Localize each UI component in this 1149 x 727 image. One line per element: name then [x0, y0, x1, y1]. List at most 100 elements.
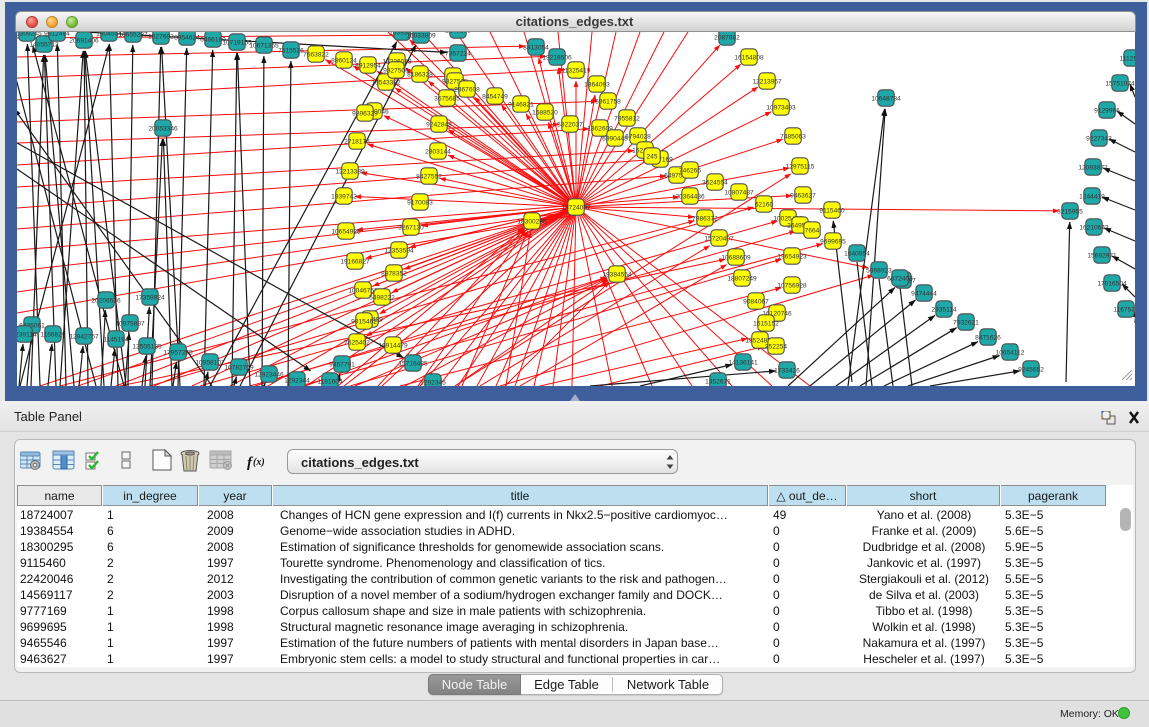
- svg-text:9129966: 9129966: [1094, 107, 1120, 114]
- svg-text:7663822: 7663822: [303, 51, 329, 58]
- svg-text:1181604: 1181604: [317, 378, 343, 385]
- svg-text:6872403: 6872403: [887, 275, 913, 282]
- svg-text:9242848: 9242848: [426, 121, 452, 128]
- svg-text:10654925: 10654925: [331, 228, 361, 235]
- svg-text:252254: 252254: [765, 343, 787, 350]
- svg-text:16543382: 16543382: [371, 79, 401, 86]
- svg-text:3215955: 3215955: [1057, 208, 1083, 215]
- svg-text:2803144: 2803144: [425, 148, 451, 155]
- svg-text:12213967: 12213967: [752, 78, 782, 85]
- svg-text:5498222: 5498222: [369, 294, 395, 301]
- svg-text:2718176: 2718176: [344, 138, 370, 145]
- svg-text:12353594: 12353594: [384, 247, 414, 254]
- svg-text:10975887: 10975887: [115, 320, 145, 327]
- svg-text:245: 245: [646, 153, 657, 160]
- svg-text:12093872: 12093872: [1078, 164, 1108, 171]
- svg-text:7515526: 7515526: [278, 47, 304, 54]
- svg-text:7625402: 7625402: [344, 339, 370, 346]
- svg-text:9474444: 9474444: [911, 290, 937, 297]
- svg-text:10648784: 10648784: [871, 95, 901, 102]
- svg-text:1588520: 1588520: [532, 109, 558, 116]
- svg-text:9012494: 9012494: [44, 32, 70, 37]
- svg-text:(x): (x): [253, 457, 265, 468]
- svg-text:17016504: 17016504: [1097, 280, 1127, 287]
- svg-text:2149205: 2149205: [445, 32, 471, 34]
- svg-text:8960124: 8960124: [331, 57, 357, 64]
- svg-text:9170083: 9170083: [407, 199, 433, 206]
- svg-text:1527602: 1527602: [148, 33, 174, 40]
- svg-text:7664: 7664: [805, 227, 820, 234]
- svg-text:16782759: 16782759: [224, 364, 254, 371]
- svg-text:20206536: 20206536: [91, 297, 121, 304]
- svg-text:1733426: 1733426: [774, 367, 800, 374]
- svg-text:7955812: 7955812: [614, 115, 640, 122]
- svg-text:14055712: 14055712: [29, 41, 59, 48]
- svg-text:9457791: 9457791: [329, 361, 355, 368]
- svg-text:7485063: 7485063: [780, 133, 806, 140]
- svg-text:1939742: 1939742: [331, 193, 357, 200]
- svg-text:12505135: 12505135: [132, 343, 162, 350]
- svg-text:15751074: 15751074: [1105, 80, 1135, 87]
- svg-text:10671355: 10671355: [249, 42, 279, 49]
- svg-text:10973493: 10973493: [766, 104, 796, 111]
- svg-text:17359924: 17359924: [135, 294, 165, 301]
- svg-text:1292344: 1292344: [284, 377, 310, 384]
- svg-text:12923446: 12923446: [254, 371, 284, 378]
- svg-text:1239114: 1239114: [17, 331, 37, 338]
- svg-text:19166827: 19166827: [340, 258, 370, 265]
- svg-text:19218506: 19218506: [542, 54, 572, 61]
- svg-text:3675685: 3675685: [434, 95, 460, 102]
- svg-text:12213389: 12213389: [335, 168, 365, 175]
- svg-text:1640954: 1640954: [844, 250, 870, 257]
- svg-text:1145194: 1145194: [103, 336, 129, 343]
- svg-text:19384554: 19384554: [602, 271, 632, 278]
- svg-text:15716485: 15716485: [398, 360, 428, 367]
- svg-text:9115460: 9115460: [819, 207, 845, 214]
- svg-text:16210643: 16210643: [1079, 224, 1109, 231]
- svg-text:9227343: 9227343: [1086, 135, 1112, 142]
- svg-text:8813054: 8813054: [523, 44, 549, 51]
- svg-text:20364436: 20364436: [675, 193, 705, 200]
- svg-text:9463627: 9463627: [790, 192, 816, 199]
- svg-text:1156829: 1156829: [40, 331, 66, 338]
- svg-text:1292345: 1292345: [420, 379, 446, 386]
- svg-text:5958923: 5958923: [866, 267, 892, 274]
- svg-text:1352671: 1352671: [705, 378, 731, 385]
- svg-text:746266: 746266: [679, 167, 701, 174]
- svg-text:8471626: 8471626: [975, 334, 1001, 341]
- svg-text:10655287: 10655287: [118, 32, 148, 38]
- svg-text:1615152: 1615152: [753, 320, 779, 327]
- svg-text:8454749: 8454749: [482, 93, 508, 100]
- svg-text:16033809: 16033809: [406, 32, 436, 39]
- svg-text:8186328: 8186328: [407, 71, 433, 78]
- svg-text:2367608: 2367608: [454, 86, 480, 93]
- svg-text:3624554: 3624554: [702, 179, 728, 186]
- svg-text:8954624: 8954624: [174, 34, 200, 41]
- svg-text:8912954: 8912954: [355, 62, 381, 69]
- svg-text:10958107: 10958107: [195, 359, 225, 366]
- svg-text:9896329: 9896329: [352, 110, 378, 117]
- svg-text:18300295: 18300295: [517, 218, 547, 225]
- svg-text:7932621: 7932621: [953, 319, 979, 326]
- svg-text:10719155: 10719155: [222, 39, 252, 46]
- svg-text:16154808: 16154808: [734, 54, 764, 61]
- svg-text:10807487: 10807487: [724, 189, 754, 196]
- svg-text:20691406: 20691406: [69, 37, 99, 44]
- svg-text:9699695: 9699695: [820, 238, 846, 245]
- svg-text:7357224: 7357224: [445, 50, 471, 57]
- svg-text:1167533: 1167533: [1113, 306, 1135, 313]
- svg-text:15692971: 15692971: [1087, 252, 1117, 259]
- svg-text:62160: 62160: [755, 201, 774, 208]
- svg-text:9915462: 9915462: [351, 318, 377, 325]
- svg-text:9084067: 9084067: [743, 298, 769, 305]
- svg-text:17957255: 17957255: [163, 349, 193, 356]
- svg-text:1864093: 1864093: [584, 81, 610, 88]
- svg-text:8427552: 8427552: [416, 173, 442, 180]
- svg-text:11325419: 11325419: [562, 67, 591, 74]
- svg-text:10688609: 10688609: [721, 254, 751, 261]
- svg-text:5322037: 5322037: [557, 121, 583, 128]
- svg-text:12942757: 12942757: [69, 333, 99, 340]
- svg-text:2087682: 2087682: [714, 34, 740, 41]
- svg-text:1244419: 1244419: [1079, 193, 1105, 200]
- svg-text:3267130: 3267130: [398, 224, 424, 231]
